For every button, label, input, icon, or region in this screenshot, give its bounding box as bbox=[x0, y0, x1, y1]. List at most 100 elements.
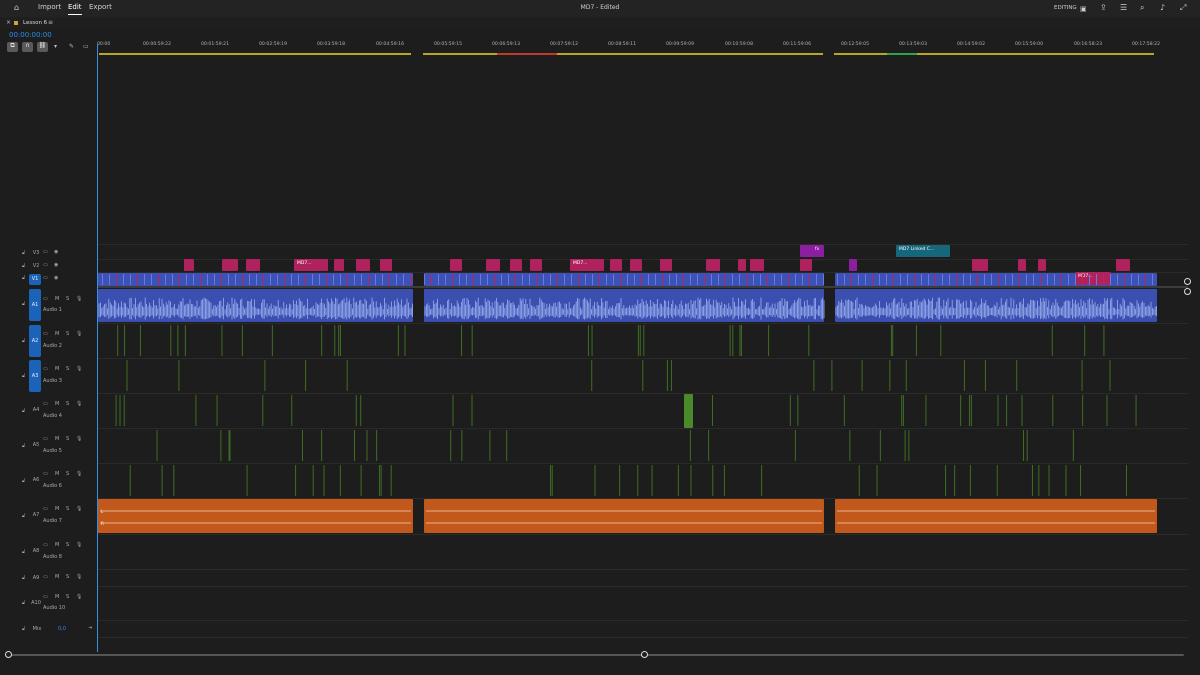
microphone-icon[interactable]: 🎙︎ bbox=[76, 296, 82, 302]
zoom-handle-left[interactable] bbox=[5, 651, 12, 658]
captions-icon[interactable]: ▭ bbox=[83, 43, 89, 50]
playhead[interactable] bbox=[97, 44, 98, 652]
scroll-track[interactable] bbox=[9, 654, 1184, 656]
quick-export-icon[interactable]: ☰ bbox=[1120, 3, 1127, 13]
mute-button[interactable]: M bbox=[55, 296, 59, 302]
track-header-v3[interactable]: 🔓︎ V3 ▭ ◉ bbox=[0, 248, 97, 260]
video-clip[interactable] bbox=[972, 259, 988, 271]
lock-icon[interactable]: 🔓︎ bbox=[22, 513, 25, 519]
sync-lock-icon[interactable]: ▭ bbox=[43, 296, 48, 302]
video-clip[interactable] bbox=[1116, 259, 1130, 271]
scroll-handle-bottom[interactable] bbox=[1184, 288, 1191, 295]
track-header-a7[interactable]: 🔓︎ A7 ▭ M S 🎙︎ Audio 7 bbox=[0, 499, 97, 534]
solo-button[interactable]: S bbox=[66, 594, 69, 600]
mute-button[interactable]: M bbox=[55, 366, 59, 372]
track-header-a6[interactable]: 🔓︎ A6 ▭ M S 🎙︎ Audio 6 bbox=[0, 464, 97, 498]
microphone-icon[interactable]: 🎙︎ bbox=[76, 506, 82, 512]
nest-icon[interactable]: ⧉ bbox=[7, 42, 18, 52]
adjustment-clip[interactable] bbox=[849, 259, 857, 271]
horizontal-scrollbar[interactable] bbox=[5, 651, 1192, 659]
track-header-v2[interactable]: 🔓︎ V2 ▭ ◉ bbox=[0, 261, 97, 273]
track-id-selected[interactable]: V1 bbox=[29, 274, 41, 285]
solo-button[interactable]: S bbox=[66, 574, 69, 580]
eye-icon[interactable]: ◉ bbox=[54, 249, 58, 255]
microphone-icon[interactable]: 🎙︎ bbox=[76, 331, 82, 337]
video-clip[interactable]: MD7... bbox=[570, 259, 604, 271]
adjustment-clip[interactable]: fx bbox=[800, 245, 824, 257]
sync-lock-icon[interactable]: ▭ bbox=[43, 366, 48, 372]
solo-button[interactable]: S bbox=[66, 296, 69, 302]
lock-icon[interactable]: 🔓︎ bbox=[22, 263, 25, 269]
go-to-out-icon[interactable]: ⇥ bbox=[88, 625, 92, 631]
lock-icon[interactable]: 🔓︎ bbox=[22, 373, 25, 379]
track-header-mix[interactable]: 🔓︎ Mix 0,0 ⇥ bbox=[0, 621, 97, 637]
solo-button[interactable]: S bbox=[66, 471, 69, 477]
scroll-handle-top[interactable] bbox=[1184, 278, 1191, 285]
track-header-a9[interactable]: 🔓︎ A9 ▭ M S 🎙︎ bbox=[0, 570, 97, 586]
sync-lock-icon[interactable]: ▭ bbox=[43, 401, 48, 407]
video-clip[interactable] bbox=[450, 259, 462, 271]
linked-selection-icon[interactable]: ⛓ bbox=[37, 42, 48, 52]
mute-button[interactable]: M bbox=[55, 594, 59, 600]
mute-button[interactable]: M bbox=[55, 574, 59, 580]
solo-button[interactable]: S bbox=[66, 506, 69, 512]
workspace-label[interactable]: EDITING bbox=[1054, 5, 1077, 11]
sync-lock-icon[interactable]: ▭ bbox=[43, 542, 48, 548]
time-ruler[interactable]: 00:00 00:00:59:22 00:01:59:21 00:02:59:1… bbox=[97, 42, 1163, 58]
v1-clip-group[interactable] bbox=[424, 273, 824, 286]
track-header-a1[interactable]: 🔓︎ A1 ▭ M S 🎙︎ Audio 1 bbox=[0, 287, 97, 323]
lock-icon[interactable]: 🔓︎ bbox=[22, 250, 25, 256]
eye-icon[interactable]: ◉ bbox=[54, 262, 58, 268]
sync-lock-icon[interactable]: ▭ bbox=[43, 506, 48, 512]
solo-button[interactable]: S bbox=[66, 401, 69, 407]
video-clip[interactable] bbox=[334, 259, 344, 271]
lock-icon[interactable]: 🔓︎ bbox=[22, 600, 25, 606]
video-clip[interactable] bbox=[754, 259, 764, 271]
vertical-scrollbar[interactable] bbox=[1184, 60, 1192, 650]
track-header-a10[interactable]: 🔓︎ A10 ▭ M S 🎙︎ Audio 10 bbox=[0, 587, 97, 619]
lock-icon[interactable]: 🔓︎ bbox=[22, 626, 25, 632]
mute-button[interactable]: M bbox=[55, 542, 59, 548]
microphone-icon[interactable]: 🎙︎ bbox=[76, 574, 82, 580]
sync-lock-icon[interactable]: ▭ bbox=[43, 574, 48, 580]
zoom-handle-right[interactable] bbox=[641, 651, 648, 658]
track-id-selected[interactable]: A3 bbox=[29, 360, 41, 392]
video-clip[interactable] bbox=[610, 259, 622, 271]
playhead-timecode[interactable]: 00:00:00:00 bbox=[9, 31, 52, 39]
video-clip[interactable] bbox=[486, 259, 500, 271]
solo-button[interactable]: S bbox=[66, 331, 69, 337]
video-clip[interactable] bbox=[510, 259, 522, 271]
nav-edit[interactable]: Edit bbox=[68, 3, 82, 15]
solo-button[interactable]: S bbox=[66, 542, 69, 548]
video-clip[interactable] bbox=[1018, 259, 1026, 271]
video-clip[interactable] bbox=[738, 259, 746, 271]
video-clip[interactable] bbox=[706, 259, 720, 271]
fullscreen-icon[interactable]: ⤢ bbox=[1180, 3, 1186, 13]
mute-button[interactable]: M bbox=[55, 436, 59, 442]
microphone-icon[interactable]: 🎙︎ bbox=[76, 594, 82, 600]
share-icon[interactable]: ⇪ bbox=[1100, 3, 1107, 13]
sync-lock-icon[interactable]: ▭ bbox=[43, 331, 48, 337]
mute-button[interactable]: M bbox=[55, 401, 59, 407]
video-clip[interactable] bbox=[222, 259, 238, 271]
film-icon[interactable]: ▭ bbox=[43, 249, 48, 255]
nav-import[interactable]: Import bbox=[38, 3, 61, 11]
mute-button[interactable]: M bbox=[55, 471, 59, 477]
solo-button[interactable]: S bbox=[66, 366, 69, 372]
sync-lock-icon[interactable]: ▭ bbox=[43, 594, 48, 600]
video-clip[interactable]: MD7... bbox=[294, 259, 328, 271]
track-header-a2[interactable]: 🔓︎ A2 ▭ M S 🎙︎ Audio 2 bbox=[0, 324, 97, 358]
microphone-icon[interactable]: 🎙︎ bbox=[76, 401, 82, 407]
home-icon[interactable]: ⌂ bbox=[14, 3, 19, 13]
mute-button[interactable]: M bbox=[55, 331, 59, 337]
video-clip[interactable] bbox=[184, 259, 194, 271]
track-header-v1[interactable]: 🔓︎ V1 ▭ ◉ bbox=[0, 273, 97, 286]
lock-icon[interactable]: 🔓︎ bbox=[22, 549, 25, 555]
lock-icon[interactable]: 🔓︎ bbox=[22, 338, 25, 344]
video-clip[interactable] bbox=[246, 259, 260, 271]
lock-icon[interactable]: 🔓︎ bbox=[22, 443, 25, 449]
close-tab-icon[interactable]: × bbox=[6, 19, 11, 26]
snap-icon[interactable]: ∩ bbox=[22, 42, 33, 52]
lock-icon[interactable]: 🔓︎ bbox=[22, 408, 25, 414]
track-id-selected[interactable]: A1 bbox=[29, 289, 41, 321]
